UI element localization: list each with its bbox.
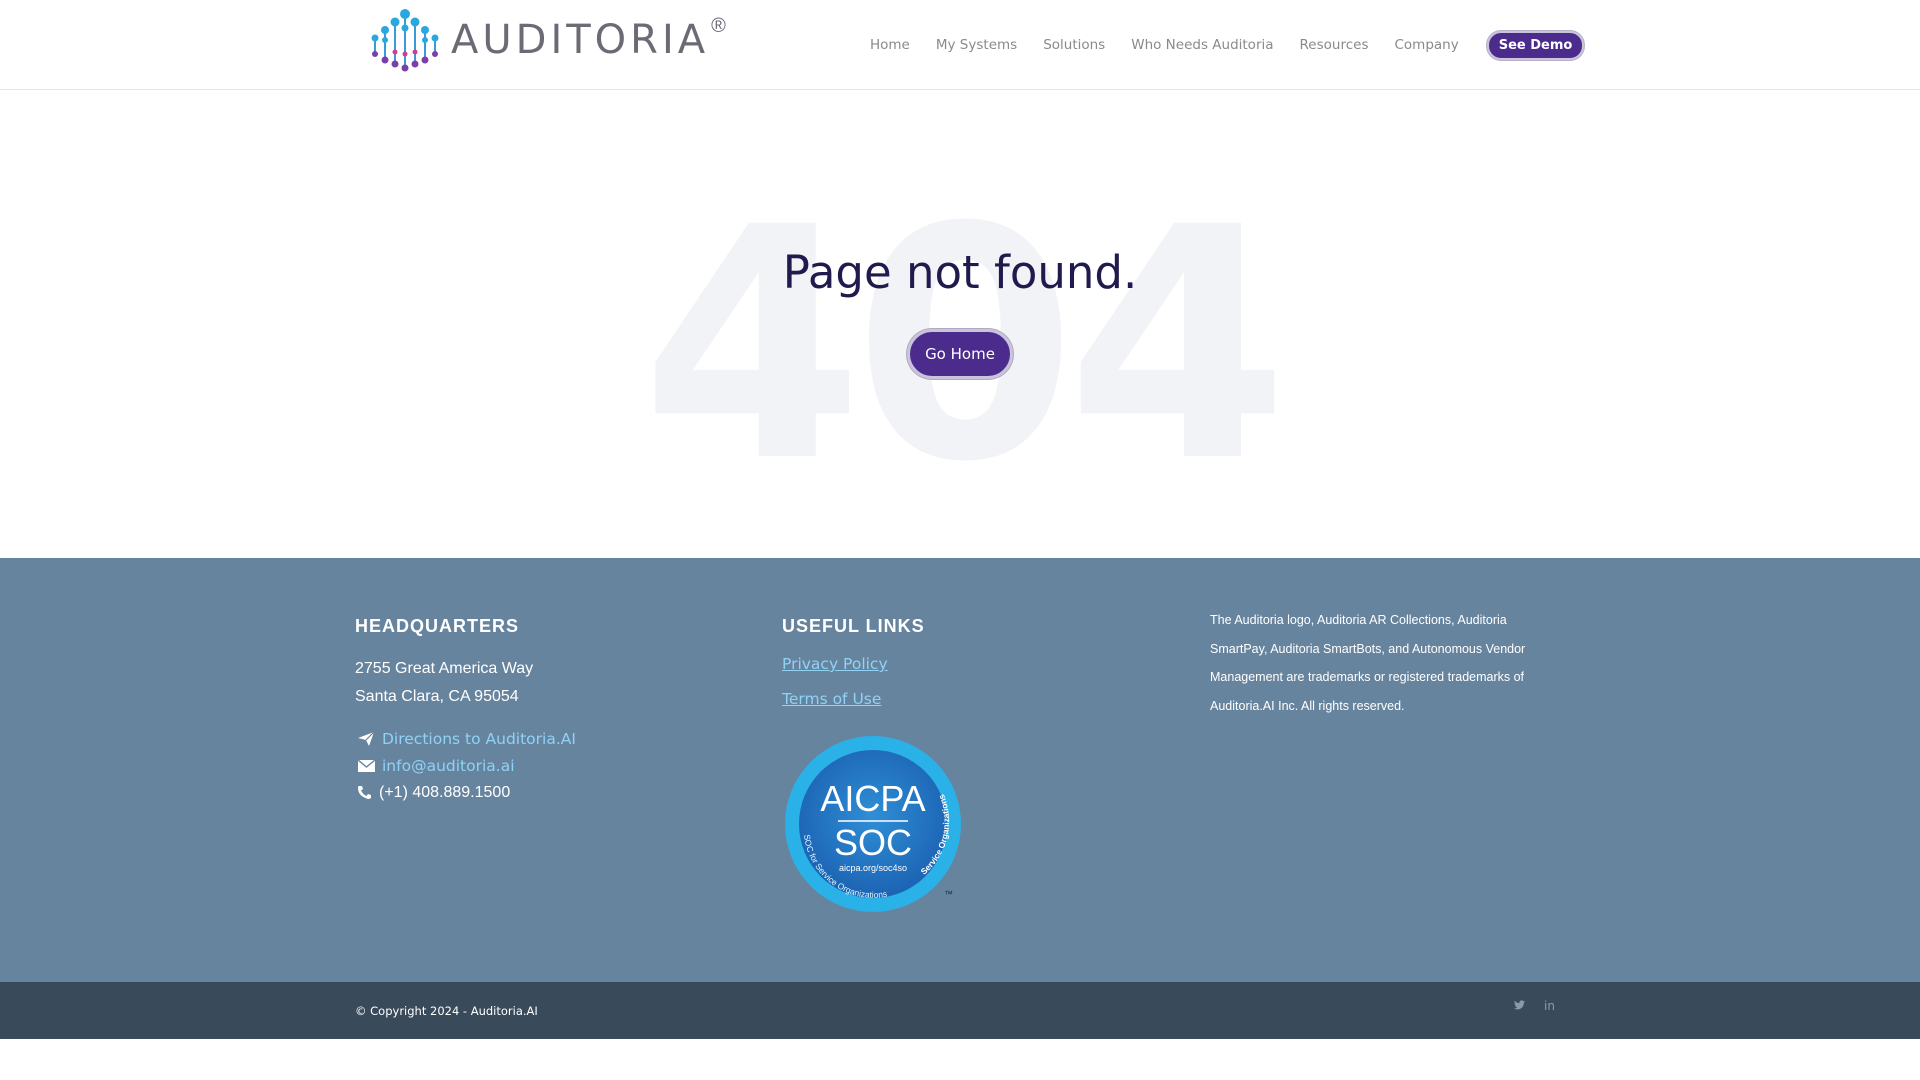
address: 2755 Great America Way Santa Clara, CA 9… [355, 655, 576, 711]
badge-tm: ™ [944, 889, 953, 899]
badge-soc: SOC [834, 822, 912, 863]
directions-link[interactable]: Directions to Auditoria.AI [382, 730, 576, 748]
nav-resources[interactable]: Resources [1300, 37, 1369, 53]
nav-who-needs-auditoria[interactable]: Who Needs Auditoria [1131, 37, 1273, 53]
useful-links-heading: USEFUL LINKS [782, 616, 925, 636]
twitter-icon[interactable] [1514, 999, 1525, 1013]
see-demo-button[interactable]: See Demo [1486, 30, 1585, 60]
registered-mark: ® [711, 14, 726, 37]
aicpa-soc-badge: AICPA SOC aicpa.org/soc4so SOC for Servi… [785, 736, 961, 912]
badge-url: aicpa.org/soc4so [839, 863, 907, 873]
trademark-notice: The Auditoria logo, Auditoria AR Collect… [1210, 613, 1526, 713]
logo-dots-icon [371, 9, 439, 72]
email-row: info@auditoria.ai [355, 752, 576, 779]
email-link[interactable]: info@auditoria.ai [382, 757, 515, 775]
nav-my-systems[interactable]: My Systems [936, 37, 1017, 53]
paper-plane-icon [355, 731, 377, 747]
address-line-1: 2755 Great America Way [355, 660, 534, 677]
page-title: Page not found. [782, 246, 1138, 299]
directions-row: Directions to Auditoria.AI [355, 725, 576, 752]
site-header: AUDITORIA ® Home My Systems Solutions Wh… [0, 0, 1920, 90]
terms-of-use-link[interactable]: Terms of Use [782, 690, 925, 708]
legal-column: The Auditoria logo, Auditoria AR Collect… [1210, 606, 1550, 720]
nav-home[interactable]: Home [870, 37, 910, 53]
copyright-text: © Copyright 2024 - Auditoria.AI [355, 1004, 538, 1018]
logo-wordmark: AUDITORIA [451, 17, 710, 63]
nav-solutions[interactable]: Solutions [1043, 37, 1105, 53]
contact-list: Directions to Auditoria.AI info@auditori… [355, 725, 576, 806]
auditoria-logo[interactable]: AUDITORIA ® [365, 8, 726, 72]
phone-number: (+1) 408.889.1500 [379, 783, 511, 801]
phone-icon [355, 785, 373, 800]
badge-aicpa: AICPA [820, 778, 925, 819]
linkedin-icon[interactable]: in [1544, 999, 1555, 1013]
useful-links-column: USEFUL LINKS Privacy Policy Terms of Use [782, 616, 925, 725]
main-content: 404 Page not found. Go Home [0, 91, 1920, 558]
headquarters-column: HEADQUARTERS 2755 Great America Way Sant… [355, 616, 576, 806]
phone-row: (+1) 408.889.1500 [355, 779, 576, 806]
bottom-bar: © Copyright 2024 - Auditoria.AI in [0, 982, 1920, 1039]
nav-company[interactable]: Company [1394, 37, 1458, 53]
privacy-policy-link[interactable]: Privacy Policy [782, 655, 925, 673]
main-nav: Home My Systems Solutions Who Needs Audi… [870, 26, 1585, 64]
go-home-button[interactable]: Go Home [907, 329, 1013, 379]
headquarters-heading: HEADQUARTERS [355, 616, 520, 636]
address-line-2: Santa Clara, CA 95054 [355, 688, 519, 705]
envelope-icon [355, 759, 377, 772]
